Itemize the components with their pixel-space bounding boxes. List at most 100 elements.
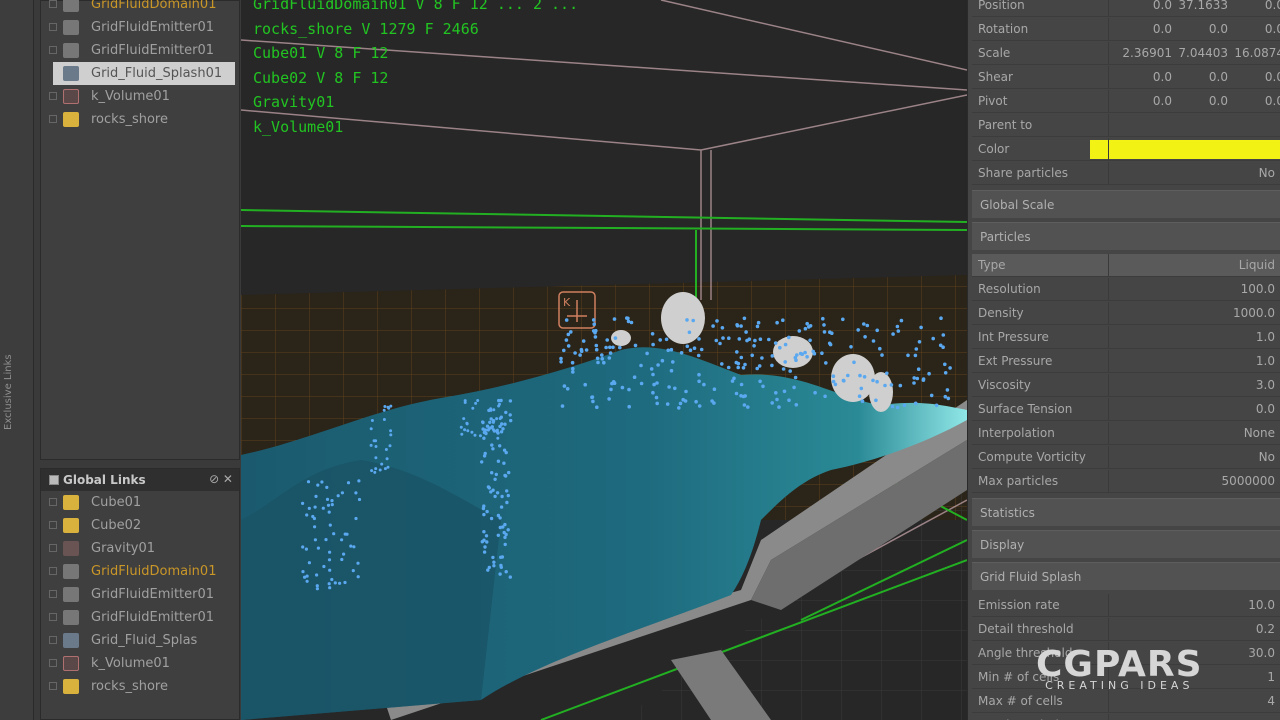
tree-node-label: Cube01: [91, 495, 142, 510]
visibility-checkbox[interactable]: [49, 46, 57, 54]
property-value[interactable]: 0.0: [1256, 402, 1275, 416]
property-value-field[interactable]: 0.0: [1176, 70, 1228, 84]
tree-node[interactable]: Grid_Fluid_Splas: [41, 629, 239, 652]
particle-property-row[interactable]: Interpolation None: [972, 422, 1280, 445]
property-value-field[interactable]: 7.04403: [1176, 46, 1228, 60]
particle-property-row[interactable]: Compute Vorticity No: [972, 446, 1280, 469]
visibility-checkbox[interactable]: [49, 521, 57, 529]
visibility-checkbox[interactable]: [49, 115, 57, 123]
property-value[interactable]: 100.0: [1241, 282, 1275, 296]
property-value-field[interactable]: 37.1633: [1176, 0, 1228, 12]
visibility-checkbox[interactable]: [49, 636, 57, 644]
property-value[interactable]: 30.0: [1248, 646, 1275, 660]
property-value[interactable]: 1.0: [1256, 354, 1275, 368]
transform-row[interactable]: Scale 2.36901 7.04403 16.0874: [972, 42, 1280, 65]
emitter-icon: [63, 564, 79, 579]
visibility-checkbox[interactable]: [49, 682, 57, 690]
property-value[interactable]: 5000000: [1222, 474, 1275, 488]
property-label: Rotation: [978, 22, 1029, 36]
tree-node[interactable]: rocks_shore: [41, 108, 239, 131]
visibility-checkbox[interactable]: [49, 659, 57, 667]
overlay-line: rocks_shore V 1279 F 2466: [253, 19, 479, 38]
transform-row[interactable]: Rotation 0.0 0.0 0.0: [972, 18, 1280, 41]
3d-viewport[interactable]: K GridFluidDomain01 V 8 F 12 ... 2 ... ro…: [241, 0, 967, 720]
property-value-field[interactable]: 2.36901: [1120, 46, 1172, 60]
color-row[interactable]: Color: [972, 138, 1280, 161]
share-particles-row[interactable]: Share particles No: [972, 162, 1280, 185]
visibility-checkbox[interactable]: [49, 23, 57, 31]
splash-property-row[interactable]: Emission rate 10.0: [972, 594, 1280, 617]
property-label: Compute Vorticity: [978, 450, 1086, 464]
tree-node[interactable]: GridFluidEmitter01: [41, 39, 239, 62]
particle-property-row[interactable]: Resolution 100.0: [972, 278, 1280, 301]
property-value-field[interactable]: 0.0: [1232, 0, 1280, 12]
visibility-checkbox[interactable]: [49, 0, 57, 8]
tree-node[interactable]: k_Volume01: [41, 85, 239, 108]
statistics-section[interactable]: Statistics: [972, 498, 1280, 526]
panel-toggle-icon[interactable]: [49, 475, 59, 485]
particle-property-row[interactable]: Int Pressure 1.0: [972, 326, 1280, 349]
property-value-field[interactable]: 0.0: [1232, 22, 1280, 36]
property-value[interactable]: 10.0: [1248, 598, 1275, 612]
property-value-field[interactable]: 0.0: [1232, 94, 1280, 108]
parent-to-row[interactable]: Parent to: [972, 114, 1280, 137]
display-section[interactable]: Display: [972, 530, 1280, 558]
particle-property-row[interactable]: Type Liquid: [972, 254, 1280, 277]
property-value[interactable]: 1.0: [1256, 330, 1275, 344]
splash-property-row[interactable]: Inertia variation0.1: [972, 714, 1280, 720]
property-value-field[interactable]: 0.0: [1176, 94, 1228, 108]
property-value[interactable]: 1: [1267, 670, 1275, 684]
property-value-field[interactable]: 16.0874: [1232, 46, 1280, 60]
property-value-field[interactable]: 0.0: [1176, 22, 1228, 36]
property-value[interactable]: Liquid: [1239, 258, 1275, 272]
property-value[interactable]: No: [1259, 450, 1275, 464]
particles-section[interactable]: Particles: [972, 222, 1280, 250]
exclusive-links-tab[interactable]: Exclusive Links: [0, 0, 34, 720]
visibility-checkbox[interactable]: [49, 613, 57, 621]
grid-fluid-splash-section[interactable]: Grid Fluid Splash: [972, 562, 1280, 590]
particle-property-row[interactable]: Surface Tension 0.0: [972, 398, 1280, 421]
property-value[interactable]: 0.2: [1256, 622, 1275, 636]
color-swatch[interactable]: [1090, 140, 1280, 159]
tree-node[interactable]: GridFluidDomain01: [41, 560, 239, 583]
splash-property-row[interactable]: Max # of cells 4: [972, 690, 1280, 713]
tree-node[interactable]: Grid_Fluid_Splash01: [53, 62, 235, 85]
splash-property-row[interactable]: Detail threshold 0.2: [972, 618, 1280, 641]
particle-property-row[interactable]: Ext Pressure 1.0: [972, 350, 1280, 373]
tree-node[interactable]: Cube01: [41, 491, 239, 514]
particle-property-row[interactable]: Density 1000.0: [972, 302, 1280, 325]
property-value[interactable]: No: [1259, 166, 1275, 180]
tree-node[interactable]: GridFluidEmitter01: [41, 16, 239, 39]
transform-row[interactable]: Position 0.0 37.1633 0.0: [972, 0, 1280, 17]
tree-node[interactable]: GridFluidEmitter01: [41, 583, 239, 606]
particle-property-row[interactable]: Max particles 5000000: [972, 470, 1280, 493]
tree-node[interactable]: k_Volume01: [41, 652, 239, 675]
panel-tools[interactable]: ⊘ ✕: [209, 472, 233, 486]
property-value[interactable]: 4: [1267, 694, 1275, 708]
property-value[interactable]: 3.0: [1256, 378, 1275, 392]
global-scale-section[interactable]: Global Scale: [972, 190, 1280, 218]
visibility-checkbox[interactable]: [49, 544, 57, 552]
property-value[interactable]: 1000.0: [1233, 306, 1275, 320]
particle-property-row[interactable]: Viscosity 3.0: [972, 374, 1280, 397]
tree-node-label: Grid_Fluid_Splash01: [91, 66, 223, 81]
tree-node[interactable]: GridFluidEmitter01: [41, 606, 239, 629]
tree-node[interactable]: Gravity01: [41, 537, 239, 560]
property-value-field[interactable]: 0.0: [1232, 70, 1280, 84]
tree-node[interactable]: rocks_shore: [41, 675, 239, 698]
visibility-checkbox[interactable]: [49, 590, 57, 598]
tree-node[interactable]: GridFluidDomain01: [41, 0, 239, 16]
emitter-icon: [63, 43, 79, 58]
transform-row[interactable]: Pivot 0.0 0.0 0.0: [972, 90, 1280, 113]
property-value-field[interactable]: 0.0: [1120, 94, 1172, 108]
property-value-field[interactable]: 0.0: [1120, 70, 1172, 84]
visibility-checkbox[interactable]: [49, 567, 57, 575]
property-value-field[interactable]: 0.0: [1120, 22, 1172, 36]
property-value-field[interactable]: 0.0: [1120, 0, 1172, 12]
tree-node-label: GridFluidEmitter01: [91, 43, 215, 58]
property-value[interactable]: None: [1244, 426, 1275, 440]
visibility-checkbox[interactable]: [49, 498, 57, 506]
visibility-checkbox[interactable]: [49, 92, 57, 100]
tree-node[interactable]: Cube02: [41, 514, 239, 537]
transform-row[interactable]: Shear 0.0 0.0 0.0: [972, 66, 1280, 89]
